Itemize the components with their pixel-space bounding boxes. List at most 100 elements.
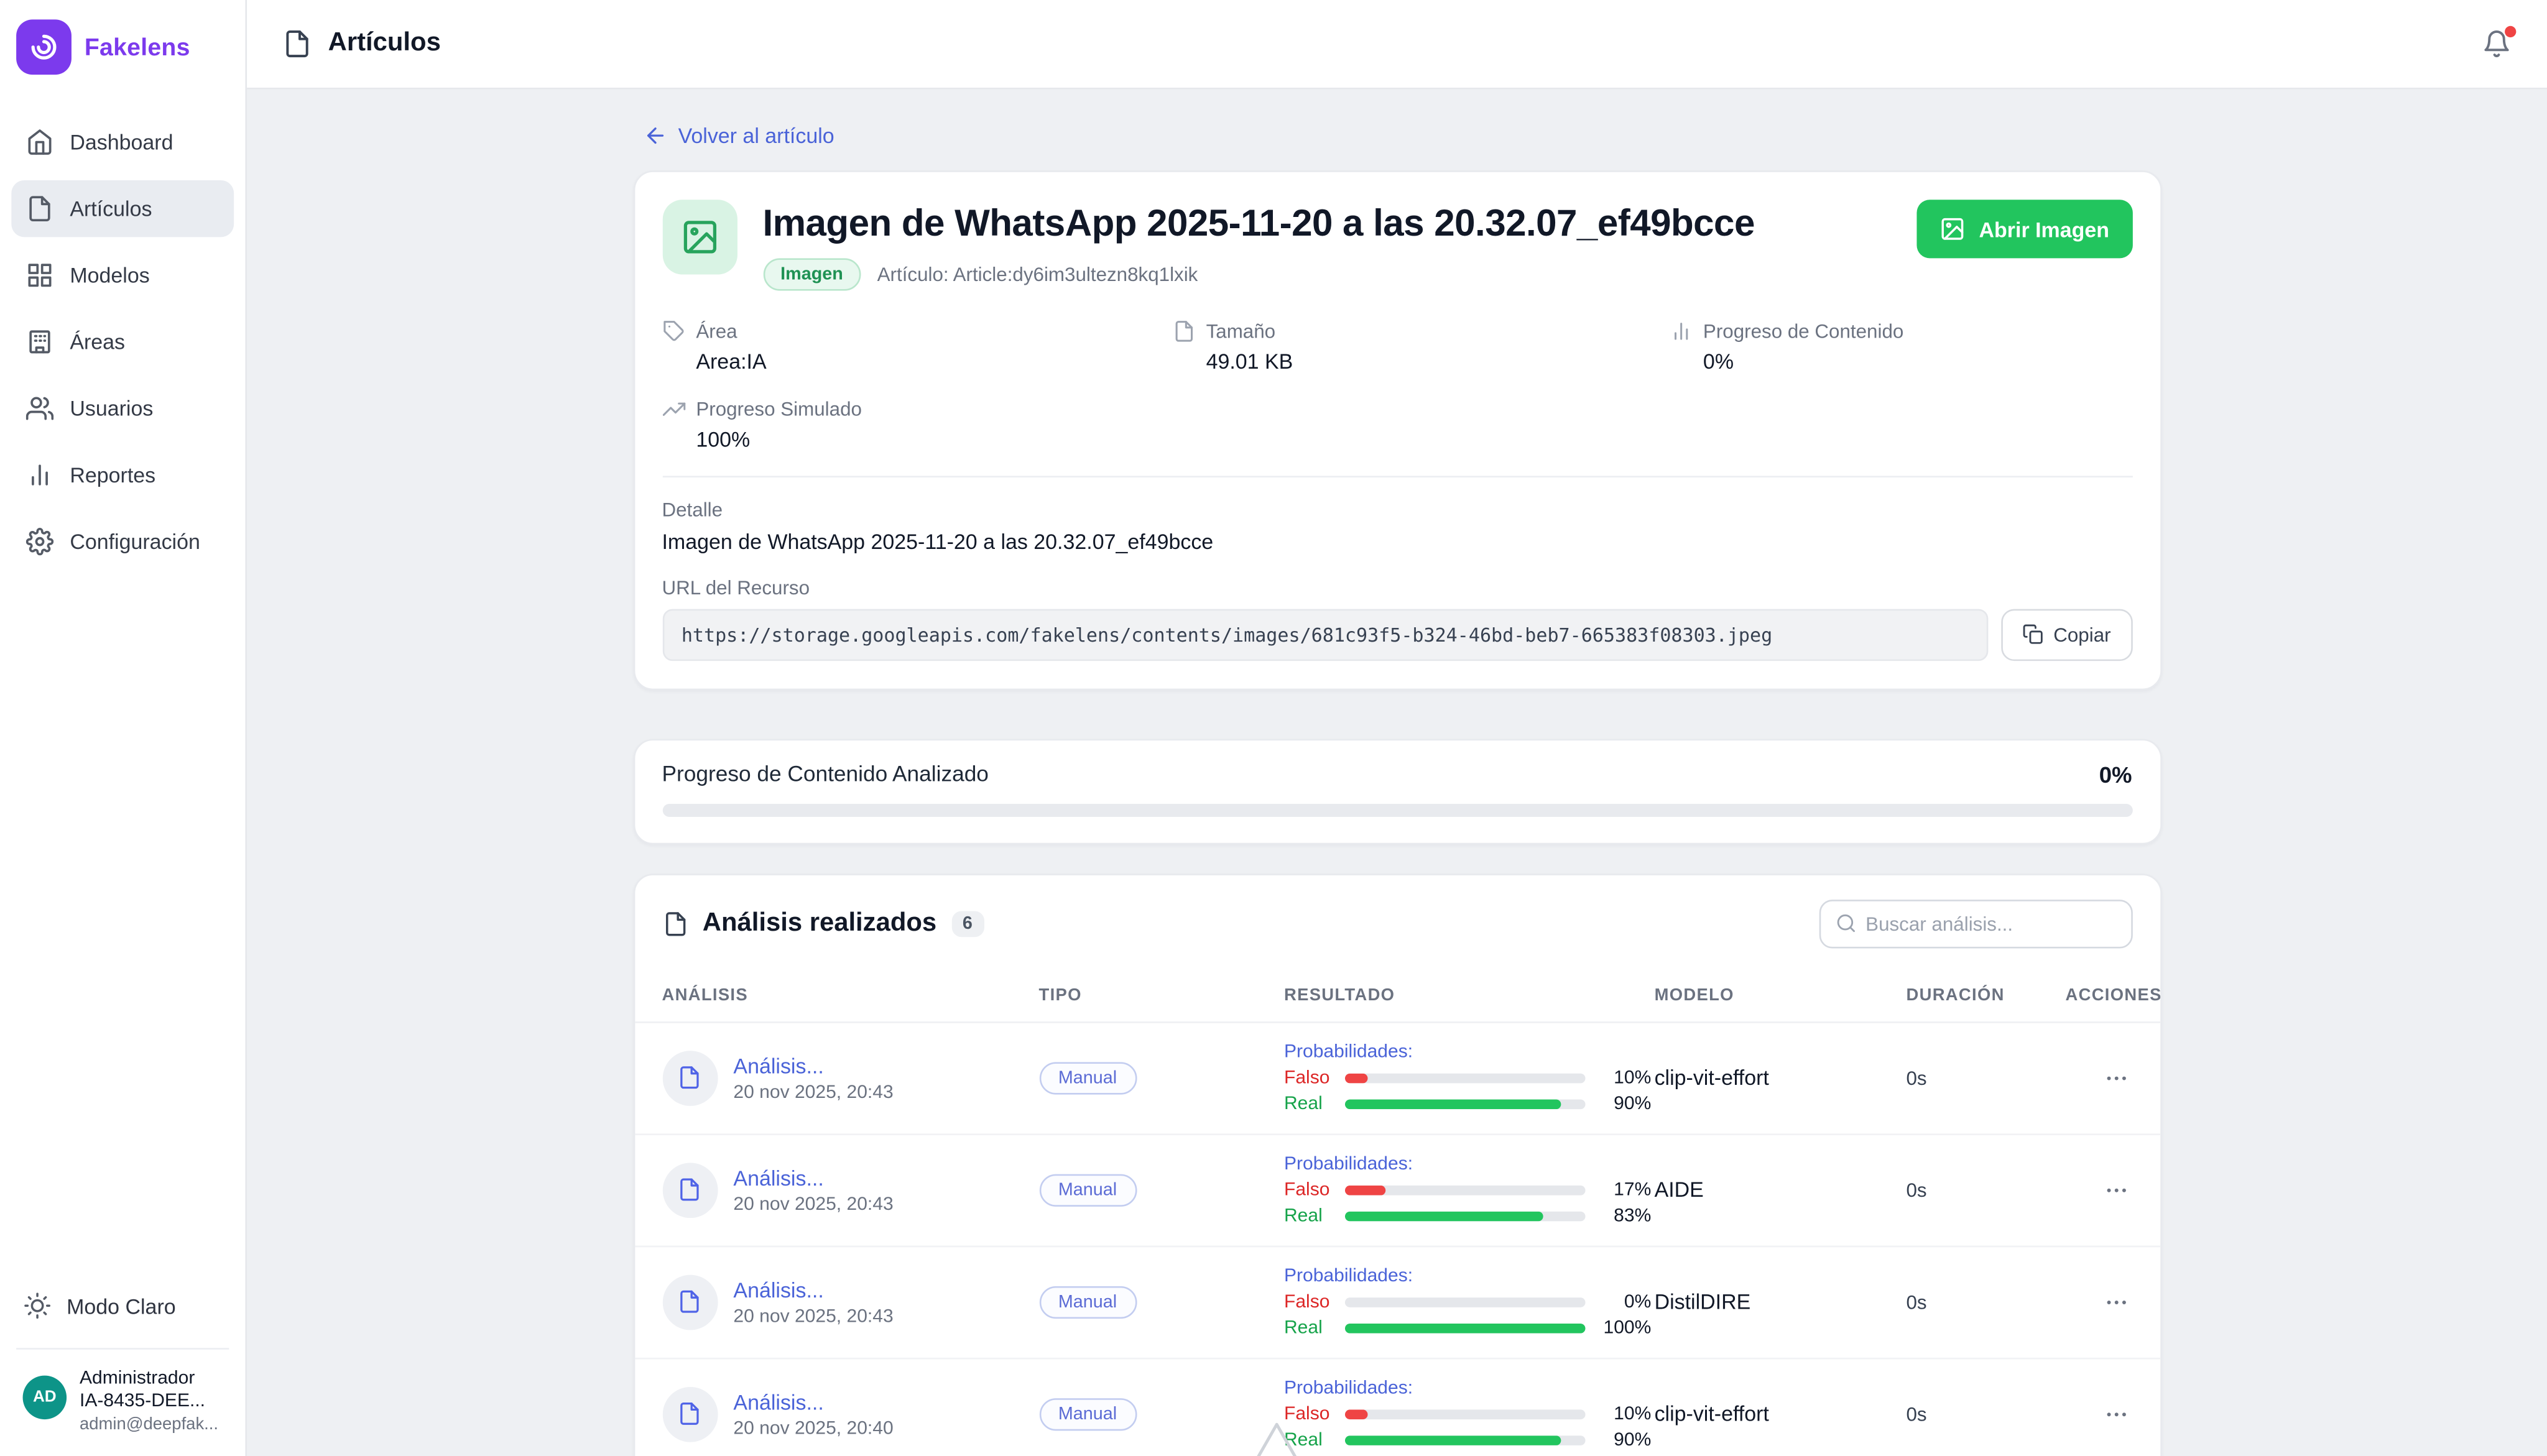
file-icon	[26, 195, 53, 222]
real-label: Real	[1284, 1094, 1333, 1113]
analysis-link[interactable]: Análisis...	[733, 1166, 893, 1190]
row-actions-button[interactable]	[2103, 1065, 2132, 1091]
probabilities-label: Probabilidades:	[1284, 1378, 1655, 1398]
user-email: admin@deepfak...	[80, 1414, 218, 1434]
model-name: DistilDIRE	[1655, 1290, 1907, 1314]
probabilities-label: Probabilidades:	[1284, 1154, 1655, 1174]
back-link[interactable]: Volver al artículo	[642, 124, 834, 148]
real-percent: 90%	[1596, 1094, 1652, 1113]
type-badge: Imagen	[762, 258, 861, 290]
ellipsis-icon	[2103, 1065, 2129, 1091]
analyzed-progress-value: 0%	[2099, 761, 2132, 787]
table-row: Análisis... 20 nov 2025, 20:43 Manual Pr…	[634, 1135, 2160, 1246]
real-bar	[1344, 1211, 1585, 1221]
notification-dot	[2505, 26, 2516, 37]
sidebar-item-label: Dashboard	[70, 130, 173, 154]
meta-simulated-progress: Progreso Simulado 100%	[662, 397, 1172, 451]
false-percent: 17%	[1596, 1180, 1652, 1199]
real-bar	[1344, 1099, 1585, 1109]
url-label: URL del Recurso	[662, 576, 2132, 599]
bar-chart-icon	[1669, 320, 1692, 343]
probabilities-label: Probabilidades:	[1284, 1266, 1655, 1286]
detail-label: Detalle	[662, 498, 2132, 521]
analysis-search[interactable]	[1818, 900, 2132, 948]
brand: Fakelens	[0, 0, 245, 114]
false-bar	[1344, 1073, 1585, 1083]
type-badge: Manual	[1039, 1286, 1137, 1318]
content: Volver al artículo Imagen de WhatsApp 20…	[247, 90, 2547, 1456]
sidebar-item-label: Áreas	[70, 329, 125, 354]
article-card: Imagen de WhatsApp 2025-11-20 a las 20.3…	[632, 170, 2161, 689]
false-label: Falso	[1284, 1292, 1333, 1312]
user-name: Administrador	[80, 1369, 218, 1388]
resource-url[interactable]: https://storage.googleapis.com/fakelens/…	[662, 609, 1988, 661]
meta-size: Tamaño 49.01 KB	[1172, 320, 1669, 373]
image-icon	[1940, 216, 1966, 242]
sidebar-item-label: Configuración	[70, 530, 200, 554]
analysis-file-icon	[662, 1274, 717, 1330]
arrow-left-icon	[642, 124, 667, 148]
false-bar	[1344, 1297, 1585, 1307]
user-profile[interactable]: AD Administrador IA-8435-DEE... admin@de…	[16, 1348, 229, 1434]
grid-icon	[26, 262, 53, 289]
open-image-button[interactable]: Abrir Imagen	[1917, 200, 2132, 258]
probabilities-label: Probabilidades:	[1284, 1042, 1655, 1061]
real-percent: 83%	[1596, 1206, 1652, 1225]
false-percent: 10%	[1596, 1068, 1652, 1087]
sidebar-bottom: Modo Claro AD Administrador IA-8435-DEE.…	[0, 1267, 245, 1456]
sidebar-item-areas[interactable]: Áreas	[11, 313, 234, 370]
gear-icon	[26, 528, 53, 555]
avatar: AD	[23, 1376, 67, 1420]
model-name: clip-vit-effort	[1655, 1066, 1907, 1090]
table-row: Análisis... 20 nov 2025, 20:40 Manual Pr…	[634, 1359, 2160, 1456]
bar-chart-icon	[26, 461, 53, 489]
real-percent: 90%	[1596, 1431, 1652, 1450]
sidebar-item-articulos[interactable]: Artículos	[11, 180, 234, 237]
sidebar-item-dashboard[interactable]: Dashboard	[11, 114, 234, 170]
table-row: Análisis... 20 nov 2025, 20:43 Manual Pr…	[634, 1247, 2160, 1359]
row-actions-button[interactable]	[2103, 1177, 2132, 1203]
model-name: clip-vit-effort	[1655, 1402, 1907, 1426]
sidebar-item-configuracion[interactable]: Configuración	[11, 513, 234, 569]
model-name: AIDE	[1655, 1178, 1907, 1202]
analysis-link[interactable]: Análisis...	[733, 1054, 893, 1078]
sidebar: Fakelens Dashboard Artículos Modelos Áre…	[0, 0, 247, 1456]
real-bar	[1344, 1435, 1585, 1445]
row-actions-button[interactable]	[2103, 1289, 2132, 1315]
false-percent: 0%	[1596, 1292, 1652, 1312]
sidebar-item-label: Reportes	[70, 463, 155, 487]
table-row: Análisis... 20 nov 2025, 20:43 Manual Pr…	[634, 1023, 2160, 1135]
analysis-link[interactable]: Análisis...	[733, 1389, 893, 1414]
sidebar-item-modelos[interactable]: Modelos	[11, 247, 234, 303]
analyzed-progress-label: Progreso de Contenido Analizado	[662, 762, 988, 786]
sidebar-item-usuarios[interactable]: Usuarios	[11, 380, 234, 436]
sidebar-item-label: Usuarios	[70, 396, 153, 420]
sidebar-item-reportes[interactable]: Reportes	[11, 446, 234, 503]
file-icon	[1172, 320, 1195, 343]
row-actions-button[interactable]	[2103, 1401, 2132, 1427]
search-icon	[1835, 913, 1856, 934]
file-icon	[662, 911, 688, 937]
false-label: Falso	[1284, 1068, 1333, 1087]
sidebar-nav: Dashboard Artículos Modelos Áreas Usuari…	[0, 114, 245, 570]
analyzed-progress-bar	[662, 803, 2132, 816]
notifications-button[interactable]	[2482, 29, 2512, 58]
real-label: Real	[1284, 1206, 1333, 1225]
meta-content-progress: Progreso de Contenido 0%	[1669, 320, 2132, 373]
false-bar	[1344, 1409, 1585, 1419]
false-bar	[1344, 1185, 1585, 1195]
theme-toggle[interactable]: Modo Claro	[16, 1279, 229, 1332]
copy-icon	[2023, 624, 2044, 645]
analysis-card: Análisis realizados 6 ANÁLISIS TIPO RESU…	[632, 873, 2161, 1456]
analysis-link[interactable]: Análisis...	[733, 1278, 893, 1302]
real-bar	[1344, 1323, 1585, 1333]
page-title: Artículos	[328, 29, 441, 58]
copy-url-button[interactable]: Copiar	[2002, 609, 2132, 661]
file-icon	[283, 29, 312, 58]
search-input[interactable]	[1865, 912, 2115, 935]
analysis-date: 20 nov 2025, 20:43	[733, 1083, 893, 1102]
user-code: IA-8435-DEE...	[80, 1392, 218, 1411]
article-meta: Área Area:IA Tamaño 49.01 KB	[662, 320, 2132, 451]
article-reference: Artículo: Article:dy6im3ultezn8kq1lxik	[877, 263, 1198, 286]
ellipsis-icon	[2103, 1289, 2129, 1315]
